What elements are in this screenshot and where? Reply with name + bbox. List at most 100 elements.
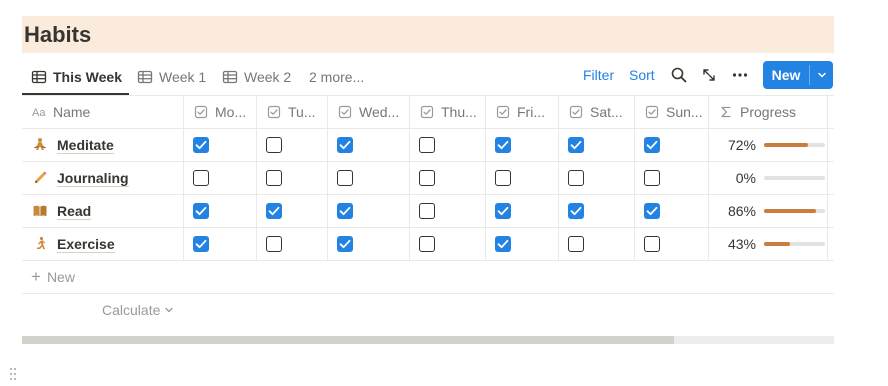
filter-button[interactable]: Filter: [583, 58, 614, 92]
column-header-label: Mo...: [215, 104, 247, 120]
tab-label: Week 1: [159, 68, 207, 85]
expand-icon[interactable]: [700, 66, 718, 84]
habit-name-cell[interactable]: Journaling: [22, 162, 184, 194]
column-header-day-1[interactable]: Mo...: [184, 96, 257, 128]
table-row: Journaling 0%: [22, 162, 834, 195]
column-header-day-6[interactable]: Sat...: [559, 96, 635, 128]
text-property-icon: Aa: [32, 105, 49, 119]
progress-bar-fill: [764, 242, 790, 246]
column-header-label: Progress: [740, 104, 797, 120]
checkbox-property-icon: [645, 105, 659, 119]
checkbox-unchecked[interactable]: [644, 236, 660, 252]
checkbox-checked[interactable]: [495, 236, 511, 252]
svg-text:Aa: Aa: [32, 107, 46, 119]
view-toolbar: This Week Week 1 Week 2 2 more... Filter…: [22, 58, 834, 95]
checkbox-checked[interactable]: [495, 137, 511, 153]
checkbox-unchecked[interactable]: [419, 137, 435, 153]
checkbox-unchecked[interactable]: [419, 203, 435, 219]
pencil-icon: [32, 170, 48, 186]
checkbox-unchecked[interactable]: [193, 170, 209, 186]
tab-more-views[interactable]: 2 more...: [309, 58, 364, 95]
table-row: Exercise 43%: [22, 228, 834, 261]
column-header-progress[interactable]: Progress: [709, 96, 828, 128]
column-header-day-5[interactable]: Fri...: [486, 96, 559, 128]
habit-name[interactable]: Meditate: [57, 137, 114, 154]
checkbox-checked[interactable]: [193, 137, 209, 153]
table-icon: [137, 69, 153, 85]
day-checkbox-cell: [559, 129, 635, 161]
day-checkbox-cell: [184, 129, 257, 161]
meditation-icon: [32, 137, 48, 153]
table-row: Meditate 72%: [22, 129, 834, 162]
column-header-name[interactable]: Aa Name: [22, 96, 184, 128]
add-row-button[interactable]: + New: [22, 261, 834, 294]
progress-bar: [764, 143, 825, 147]
habit-name-cell[interactable]: Exercise: [22, 228, 184, 260]
page-title[interactable]: Habits: [24, 16, 834, 53]
progress-cell: 0%: [709, 162, 828, 194]
tab-week-2[interactable]: Week 2: [222, 58, 291, 95]
checkbox-unchecked[interactable]: [495, 170, 511, 186]
checkbox-unchecked[interactable]: [644, 170, 660, 186]
column-header-day-2[interactable]: Tu...: [257, 96, 328, 128]
calculate-button[interactable]: Calculate: [102, 301, 174, 319]
checkbox-unchecked[interactable]: [568, 170, 584, 186]
day-checkbox-cell: [328, 228, 410, 260]
habit-name[interactable]: Journaling: [57, 170, 129, 187]
column-header-day-3[interactable]: Wed...: [328, 96, 410, 128]
tab-week-1[interactable]: Week 1: [137, 58, 206, 95]
checkbox-unchecked[interactable]: [266, 170, 282, 186]
horizontal-scrollbar[interactable]: [22, 336, 834, 344]
checkbox-checked[interactable]: [266, 203, 282, 219]
checkbox-checked[interactable]: [337, 137, 353, 153]
checkbox-checked[interactable]: [337, 203, 353, 219]
column-header-day-4[interactable]: Thu...: [410, 96, 486, 128]
habit-name[interactable]: Exercise: [57, 236, 115, 253]
day-checkbox-cell: [184, 228, 257, 260]
checkbox-checked[interactable]: [193, 236, 209, 252]
checkbox-property-icon: [267, 105, 281, 119]
progress-percent: 86%: [727, 203, 756, 219]
chevron-down-icon: [164, 305, 174, 315]
search-icon[interactable]: [670, 66, 688, 84]
checkbox-unchecked[interactable]: [568, 236, 584, 252]
habit-name[interactable]: Read: [57, 203, 92, 220]
day-checkbox-cell: [257, 228, 328, 260]
add-row-label: New: [46, 269, 75, 285]
day-checkbox-cell: [635, 129, 709, 161]
checkbox-checked[interactable]: [495, 203, 511, 219]
checkbox-property-icon: [420, 105, 434, 119]
calculate-label: Calculate: [102, 302, 161, 318]
new-dropdown-button[interactable]: [810, 61, 833, 89]
progress-bar: [764, 209, 825, 213]
habits-table: Aa Name Mo... Tu... Wed... Thu... Fri... Sat...…: [22, 95, 834, 261]
table-header-row: Aa Name Mo... Tu... Wed... Thu... Fri... Sat...…: [22, 95, 834, 129]
more-options-icon[interactable]: [731, 66, 749, 84]
checkbox-checked[interactable]: [193, 203, 209, 219]
scrollbar-thumb[interactable]: [22, 336, 674, 344]
checkbox-unchecked[interactable]: [266, 137, 282, 153]
sort-button[interactable]: Sort: [629, 58, 655, 92]
checkbox-checked[interactable]: [644, 203, 660, 219]
checkbox-checked[interactable]: [337, 236, 353, 252]
checkbox-unchecked[interactable]: [419, 170, 435, 186]
column-header-day-7[interactable]: Sun...: [635, 96, 709, 128]
checkbox-unchecked[interactable]: [337, 170, 353, 186]
plus-icon: +: [31, 267, 41, 286]
day-checkbox-cell: [184, 162, 257, 194]
checkbox-checked[interactable]: [644, 137, 660, 153]
checkbox-property-icon: [338, 105, 352, 119]
checkbox-checked[interactable]: [568, 137, 584, 153]
progress-percent: 72%: [727, 137, 756, 153]
habit-name-cell[interactable]: Meditate: [22, 129, 184, 161]
checkbox-unchecked[interactable]: [266, 236, 282, 252]
progress-bar-fill: [764, 143, 808, 147]
habit-name-cell[interactable]: Read: [22, 195, 184, 227]
day-checkbox-cell: [486, 195, 559, 227]
checkbox-checked[interactable]: [568, 203, 584, 219]
new-button[interactable]: New: [763, 61, 809, 89]
checkbox-unchecked[interactable]: [419, 236, 435, 252]
drag-handle-icon[interactable]: [9, 367, 17, 381]
tab-this-week[interactable]: This Week: [31, 58, 122, 95]
day-checkbox-cell: [257, 195, 328, 227]
